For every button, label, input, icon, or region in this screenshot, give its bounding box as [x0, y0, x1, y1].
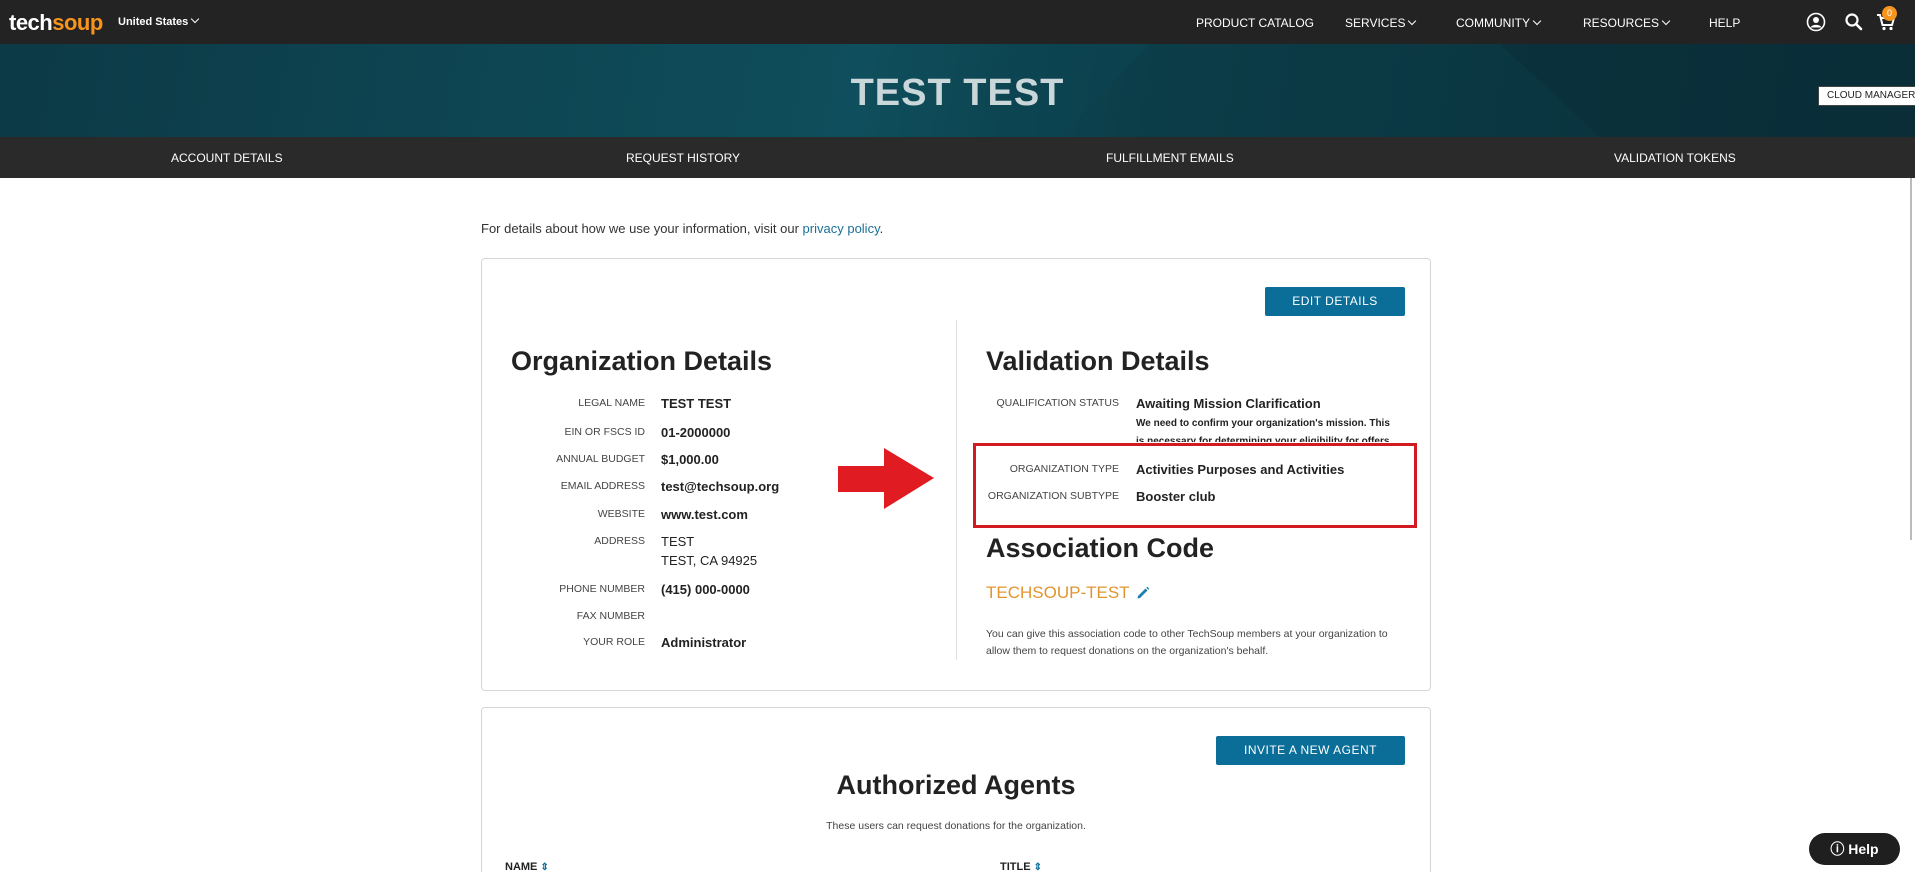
chevron-down-icon — [191, 14, 200, 24]
annual-budget-label: ANNUAL BUDGET — [556, 453, 645, 465]
association-description-line2: allow them to request donations on the o… — [986, 645, 1269, 657]
validation-details-heading: Validation Details — [986, 346, 1210, 376]
nav-label: HELP — [1709, 16, 1741, 30]
nav-product-catalog[interactable]: PRODUCT CATALOG — [1196, 16, 1314, 30]
email-label: EMAIL ADDRESS — [560, 480, 645, 492]
annual-budget-value: $1,000.00 — [661, 452, 719, 467]
chevron-down-icon — [1532, 16, 1542, 26]
address-line1: TEST — [661, 534, 695, 549]
sort-icon: ⇕ — [540, 862, 549, 872]
logo-text-soup: soup — [52, 10, 103, 35]
qualification-status-value: Awaiting Mission Clarification — [1136, 396, 1321, 411]
help-label: Help — [1848, 841, 1879, 857]
nav-services[interactable]: SERVICES — [1345, 16, 1417, 30]
page-title: TEST TEST — [850, 72, 1065, 114]
sort-icon: ⇕ — [1033, 862, 1043, 872]
chevron-down-icon — [1408, 16, 1417, 26]
help-button[interactable]: ⓘ Help — [1809, 833, 1900, 865]
phone-label: PHONE NUMBER — [559, 583, 645, 595]
privacy-policy-link[interactable]: privacy policy — [803, 221, 880, 236]
organization-details-heading: Organization Details — [511, 346, 773, 376]
cart-count-badge: 0 — [1882, 6, 1897, 21]
column-divider — [956, 320, 957, 660]
status-note-line1: We need to confirm your organization's m… — [1136, 418, 1390, 429]
tab-fulfillment-emails[interactable]: FULFILLMENT EMAILS — [1106, 151, 1234, 165]
highlight-box — [973, 443, 1417, 528]
search-icon[interactable] — [1844, 12, 1864, 32]
column-header-name[interactable]: NAME ⇕ — [505, 861, 549, 872]
authorized-agents-subtitle: These users can request donations for th… — [826, 820, 1086, 832]
nav-resources[interactable]: RESOURCES — [1583, 16, 1671, 30]
ein-value: 01-2000000 — [661, 425, 731, 440]
logo-text-tech: tech — [9, 10, 53, 35]
authorized-agents-heading: Authorized Agents — [836, 770, 1076, 800]
column-header-title[interactable]: TITLE ⇕ — [1000, 861, 1042, 872]
privacy-period: . — [879, 221, 884, 236]
country-label: United States — [118, 16, 189, 28]
user-icon[interactable] — [1806, 12, 1826, 32]
tab-request-history[interactable]: REQUEST HISTORY — [626, 151, 740, 165]
country-selector[interactable]: United States — [118, 14, 200, 28]
fax-label: FAX NUMBER — [576, 610, 645, 622]
column-title-label: TITLE — [1000, 861, 1031, 872]
edit-details-button[interactable]: EDIT DETAILS — [1265, 287, 1405, 316]
top-navigation: techsoup United States PRODUCT CATALOG S… — [0, 0, 1915, 44]
phone-value: (415) 000-0000 — [661, 582, 750, 597]
nav-label: COMMUNITY — [1456, 16, 1530, 30]
website-label: WEBSITE — [597, 508, 645, 520]
question-circle-icon: ⓘ — [1830, 841, 1845, 857]
nav-community[interactable]: COMMUNITY — [1456, 16, 1542, 30]
address-line2: TEST, CA 94925 — [661, 553, 758, 568]
nav-label: SERVICES — [1345, 16, 1406, 30]
association-code-value: TECHSOUP-TEST — [986, 583, 1150, 603]
privacy-text: For details about how we use your inform… — [481, 221, 803, 236]
account-subnav: ACCOUNT DETAILS REQUEST HISTORY FULFILLM… — [0, 137, 1915, 178]
techsoup-logo[interactable]: techsoup — [9, 10, 103, 36]
role-value: Administrator — [661, 635, 747, 650]
pencil-edit-icon[interactable] — [1136, 586, 1150, 600]
website-value: www.test.com — [661, 507, 748, 522]
tab-account-details[interactable]: ACCOUNT DETAILS — [171, 151, 283, 165]
invite-agent-button[interactable]: INVITE A NEW AGENT — [1216, 736, 1405, 765]
email-value: test@techsoup.org — [661, 479, 780, 494]
association-code-heading: Association Code — [986, 533, 1215, 563]
nav-label: RESOURCES — [1583, 16, 1660, 30]
association-code-text: TECHSOUP-TEST — [986, 583, 1130, 602]
ein-label: EIN OR FSCS ID — [564, 426, 645, 438]
legal-name-label: LEGAL NAME — [578, 397, 645, 409]
role-label: YOUR ROLE — [583, 636, 645, 648]
legal-name-value: TEST TEST — [661, 396, 732, 411]
red-arrow-annotation — [838, 448, 934, 509]
chevron-down-icon — [1661, 16, 1671, 26]
association-description-line1: You can give this association code to ot… — [986, 628, 1388, 640]
nav-label: PRODUCT CATALOG — [1196, 16, 1315, 30]
tab-validation-tokens[interactable]: VALIDATION TOKENS — [1614, 151, 1736, 165]
address-label: ADDRESS — [594, 535, 645, 547]
column-name-label: NAME — [505, 861, 538, 872]
cloud-manager-button[interactable]: CLOUD MANAGER — [1818, 86, 1915, 106]
nav-help[interactable]: HELP — [1709, 16, 1740, 30]
qualification-status-label: QUALIFICATION STATUS — [996, 397, 1119, 409]
page-scrollbar[interactable] — [1910, 178, 1912, 540]
hero-banner: TEST TEST — [0, 44, 1915, 137]
privacy-notice: For details about how we use your inform… — [481, 221, 883, 236]
